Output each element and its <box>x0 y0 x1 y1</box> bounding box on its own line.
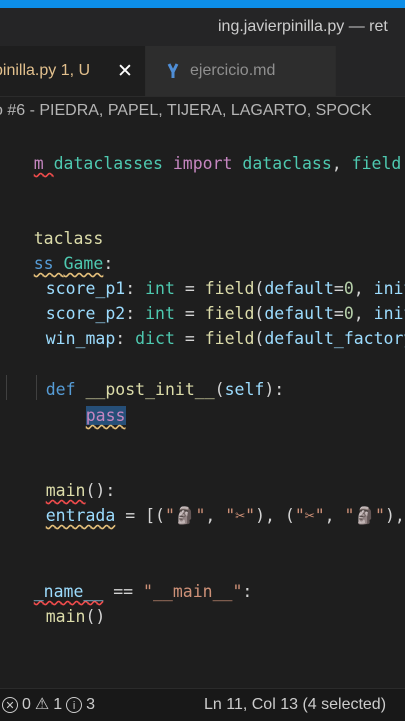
breadcrumb-text: o #6 - PIEDRA, PAPEL, TIJERA, LAGARTO, S… <box>0 102 372 119</box>
window-titlebar: ing.javierpinilla.py — ret <box>0 8 405 46</box>
code-editor[interactable]: m dataclasses import dataclass, field ta… <box>0 125 405 688</box>
code-line-4[interactable]: ss Game: <box>0 226 114 273</box>
code-line-14[interactable]: entrada = [("🗿", "✂"), ("✂", "🗿"), ("📄 <box>6 478 405 525</box>
warning-icon: ⚠ <box>34 696 50 713</box>
status-bar: ✕ 0 ⚠ 1 i 3 Ln 11, Col 13 (4 selected) <box>0 688 405 721</box>
code-token: ): <box>264 380 285 399</box>
code-token: win_map <box>45 329 116 348</box>
code-token: == <box>103 582 144 601</box>
markdown-icon <box>167 63 179 78</box>
code-token: "🗿" <box>344 506 385 525</box>
code-token: "✂" <box>225 506 256 525</box>
code-line-3[interactable]: taclass <box>0 201 104 248</box>
window-title: ing.javierpinilla.py — ret <box>218 18 388 35</box>
code-token: , <box>324 506 345 525</box>
code-token: dict <box>135 329 175 348</box>
code-token: m <box>33 154 54 173</box>
cursor-position[interactable]: Ln 11, Col 13 (4 selected) <box>204 689 386 721</box>
code-token: ), ( <box>384 506 405 525</box>
cursor-position-text: Ln 11, Col 13 (4 selected) <box>204 696 387 713</box>
code-token: main <box>45 607 86 626</box>
code-token: ( <box>254 329 265 348</box>
code-token: ), ( <box>255 506 295 525</box>
tab-label: ejercicio.md <box>190 62 276 79</box>
top-accent-strip <box>0 0 405 8</box>
code-line-18[interactable]: main() <box>6 579 106 626</box>
info-icon: i <box>66 697 83 713</box>
code-line-10[interactable]: pass <box>46 378 126 425</box>
code-token: () <box>85 607 106 626</box>
code-line-17[interactable]: _name__ == "__main__": <box>0 554 253 601</box>
info-count: 3 <box>86 696 96 713</box>
close-icon[interactable]: ✕ <box>117 60 133 83</box>
code-line-6[interactable]: score_p2: int = field(default=0, init=Fa <box>6 276 405 323</box>
tab-active-python-file[interactable]: pinilla.py 1, U ✕ <box>0 46 146 96</box>
code-token: field <box>351 154 402 173</box>
warning-count: 1 <box>53 696 63 713</box>
code-token: "✂" <box>294 506 325 525</box>
editor-tab-bar: pinilla.py 1, U ✕ ejercicio.md <box>0 46 405 97</box>
code-token: field <box>204 329 255 348</box>
code-token: , <box>205 506 226 525</box>
code-line-9[interactable]: def __post_init__(self): <box>6 352 284 399</box>
code-token: default_factory <box>264 329 405 348</box>
code-token: : <box>242 582 253 601</box>
code-token: ( <box>214 380 225 399</box>
tab-ejercicio-md[interactable]: ejercicio.md <box>146 46 336 96</box>
code-line-5[interactable]: score_p1: int = field(default=0, init=Fa <box>6 251 405 298</box>
error-icon: ✕ <box>2 697 18 713</box>
code-token: : <box>115 329 136 348</box>
code-token: entrada <box>45 506 116 525</box>
code-token: , <box>331 154 352 173</box>
code-token: = [( <box>115 506 165 525</box>
problems-indicator[interactable]: ✕ 0 ⚠ 1 i 3 <box>2 689 95 721</box>
code-line-13[interactable]: main(): <box>6 453 116 500</box>
error-count: 0 <box>22 696 31 713</box>
code-token: dataclass <box>242 154 332 173</box>
code-line-7[interactable]: win_map: dict = field(default_factory=di <box>6 301 405 348</box>
selected-text: pass <box>85 406 126 425</box>
code-token: "🗿" <box>164 506 206 525</box>
code-token: import <box>162 154 243 173</box>
code-line-1[interactable]: m dataclasses import dataclass, field <box>0 126 402 173</box>
tab-label: pinilla.py 1, U <box>0 62 91 79</box>
code-token: = <box>174 329 205 348</box>
breadcrumb[interactable]: o #6 - PIEDRA, PAPEL, TIJERA, LAGARTO, S… <box>0 100 405 122</box>
code-token: dataclasses <box>53 154 163 173</box>
code-token: self <box>224 380 265 399</box>
code-token: "__main__" <box>143 582 243 601</box>
